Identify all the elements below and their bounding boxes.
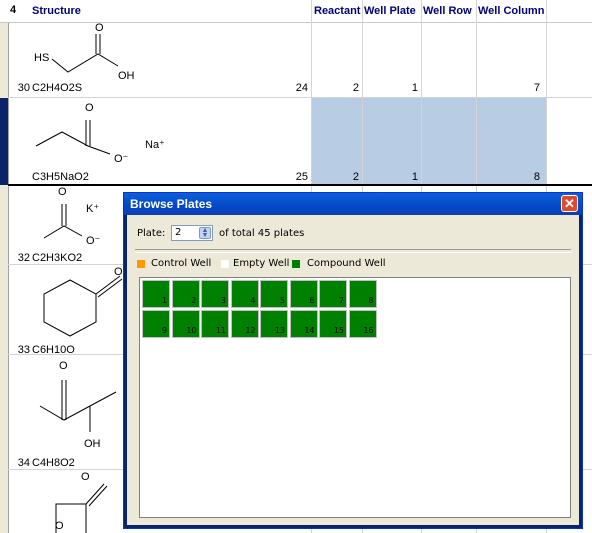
atom-label: O (114, 266, 123, 278)
atom-label: O (81, 471, 90, 483)
well-number: 7 (338, 296, 344, 305)
compound-well[interactable]: 11 (201, 309, 229, 338)
plate-label: Plate: (137, 228, 166, 239)
separator (135, 249, 571, 253)
empty-well-swatch (221, 260, 229, 268)
atom-label: Na⁺ (145, 139, 165, 151)
well-number: 5 (279, 296, 285, 305)
row-number: 32 (17, 252, 30, 264)
row-31-selection (312, 98, 547, 184)
compound-well[interactable]: 8 (348, 280, 377, 308)
reactant-value: 25 (295, 171, 308, 183)
row-number: 30 (17, 82, 30, 94)
atom-label: O (95, 22, 104, 34)
molecular-formula: C4H8O2 (32, 457, 75, 469)
well-column-value: 7 (533, 82, 540, 94)
compound-well[interactable]: 2 (171, 280, 200, 308)
atom-label: O (58, 186, 67, 198)
atom-label: O⁻ (86, 235, 101, 247)
well-row-value: 1 (411, 82, 418, 94)
well-number: 16 (363, 325, 374, 335)
reactant-value: 24 (295, 82, 308, 94)
structure-acetoin (39, 380, 117, 432)
browse-plates-dialog: Browse Plates ✕ Plate: 2 ▲ ▼ of total 45 … (123, 192, 583, 529)
header-structure[interactable]: Structure (32, 0, 81, 22)
compound-well[interactable]: 5 (260, 280, 288, 308)
dialog-title: Browse Plates (130, 197, 213, 211)
legend-compound-well: Compound Well (307, 258, 386, 269)
atom-label: O (59, 360, 68, 372)
plate-spinner-value[interactable]: 2 (175, 227, 181, 238)
row-number: 34 (17, 457, 30, 469)
atom-label: O⁻ (114, 153, 129, 165)
well-number: 4 (250, 296, 256, 305)
well-number: 9 (161, 325, 167, 335)
selected-row-border (8, 184, 592, 186)
control-well-swatch (137, 260, 145, 268)
legend-control-well: Control Well (151, 258, 212, 269)
dialog-title-bar[interactable]: Browse Plates (124, 193, 582, 215)
plate-grid: 1 2 3 4 5 6 7 8 9 10 11 12 13 14 15 16 (139, 277, 571, 518)
well-number: 2 (191, 296, 197, 305)
compound-well[interactable]: 16 (348, 309, 377, 338)
header-well-column[interactable]: Well Column (478, 0, 545, 22)
compound-well[interactable]: 13 (260, 309, 288, 338)
row-number: 31 (15, 171, 28, 183)
compound-well[interactable]: 7 (319, 280, 347, 308)
well-row-value: 1 (411, 171, 418, 183)
plate-total-text: of total 45 plates (219, 228, 305, 239)
well-plate-value: 2 (352, 171, 359, 183)
compound-well[interactable]: 6 (289, 280, 318, 308)
plate-spinner[interactable]: 2 ▲ ▼ (171, 225, 213, 241)
header-reactant[interactable]: Reactant (314, 0, 361, 22)
compound-well[interactable]: 15 (319, 309, 347, 338)
structure-cyclohexanone (43, 275, 123, 337)
close-icon: ✕ (564, 196, 575, 211)
atom-label: OH (84, 438, 101, 450)
well-number: 15 (333, 325, 344, 335)
well-number: 14 (304, 325, 315, 335)
well-number: 1 (161, 296, 167, 305)
header-row-number: 4 (10, 4, 17, 16)
row-number: 33 (17, 344, 30, 356)
molecular-formula: C6H10O (32, 344, 75, 356)
compound-well[interactable]: 1 (142, 280, 170, 308)
well-number: 13 (274, 325, 285, 335)
well-number: 3 (220, 296, 226, 305)
compound-well[interactable]: 14 (289, 309, 318, 338)
structure-potassium-acetate (43, 204, 83, 239)
atom-label: OH (118, 70, 135, 82)
compound-well-swatch (292, 260, 300, 268)
atom-label: HS (34, 52, 50, 64)
compound-well[interactable]: 9 (142, 309, 170, 338)
compound-well[interactable]: 10 (171, 309, 200, 338)
structure-lactone (55, 483, 108, 533)
well-column-value: 8 (533, 171, 540, 183)
molecular-formula: C3H5NaO2 (32, 171, 89, 183)
spinner-arrows-icon[interactable]: ▲ ▼ (199, 227, 211, 239)
grid-line (8, 97, 592, 98)
well-number: 8 (368, 296, 374, 305)
atom-label: O (85, 102, 94, 114)
well-number: 10 (186, 325, 197, 335)
atom-label: K⁺ (86, 203, 100, 215)
compound-well[interactable]: 4 (230, 280, 259, 308)
compound-well[interactable]: 12 (230, 309, 259, 338)
compound-well[interactable]: 3 (201, 280, 229, 308)
well-number: 12 (245, 325, 256, 335)
well-plate-value: 2 (352, 82, 359, 94)
legend-empty-well: Empty Well (233, 258, 290, 269)
header-well-row[interactable]: Well Row (423, 0, 472, 22)
header-well-plate[interactable]: Well Plate (364, 0, 416, 22)
atom-label: O (55, 520, 64, 532)
molecular-formula: C2H3KO2 (32, 252, 83, 264)
well-number: 6 (309, 296, 315, 305)
dialog-body: Plate: 2 ▲ ▼ of total 45 plates Control W… (127, 215, 579, 525)
close-button[interactable]: ✕ (561, 195, 578, 212)
well-number: 11 (215, 325, 226, 335)
